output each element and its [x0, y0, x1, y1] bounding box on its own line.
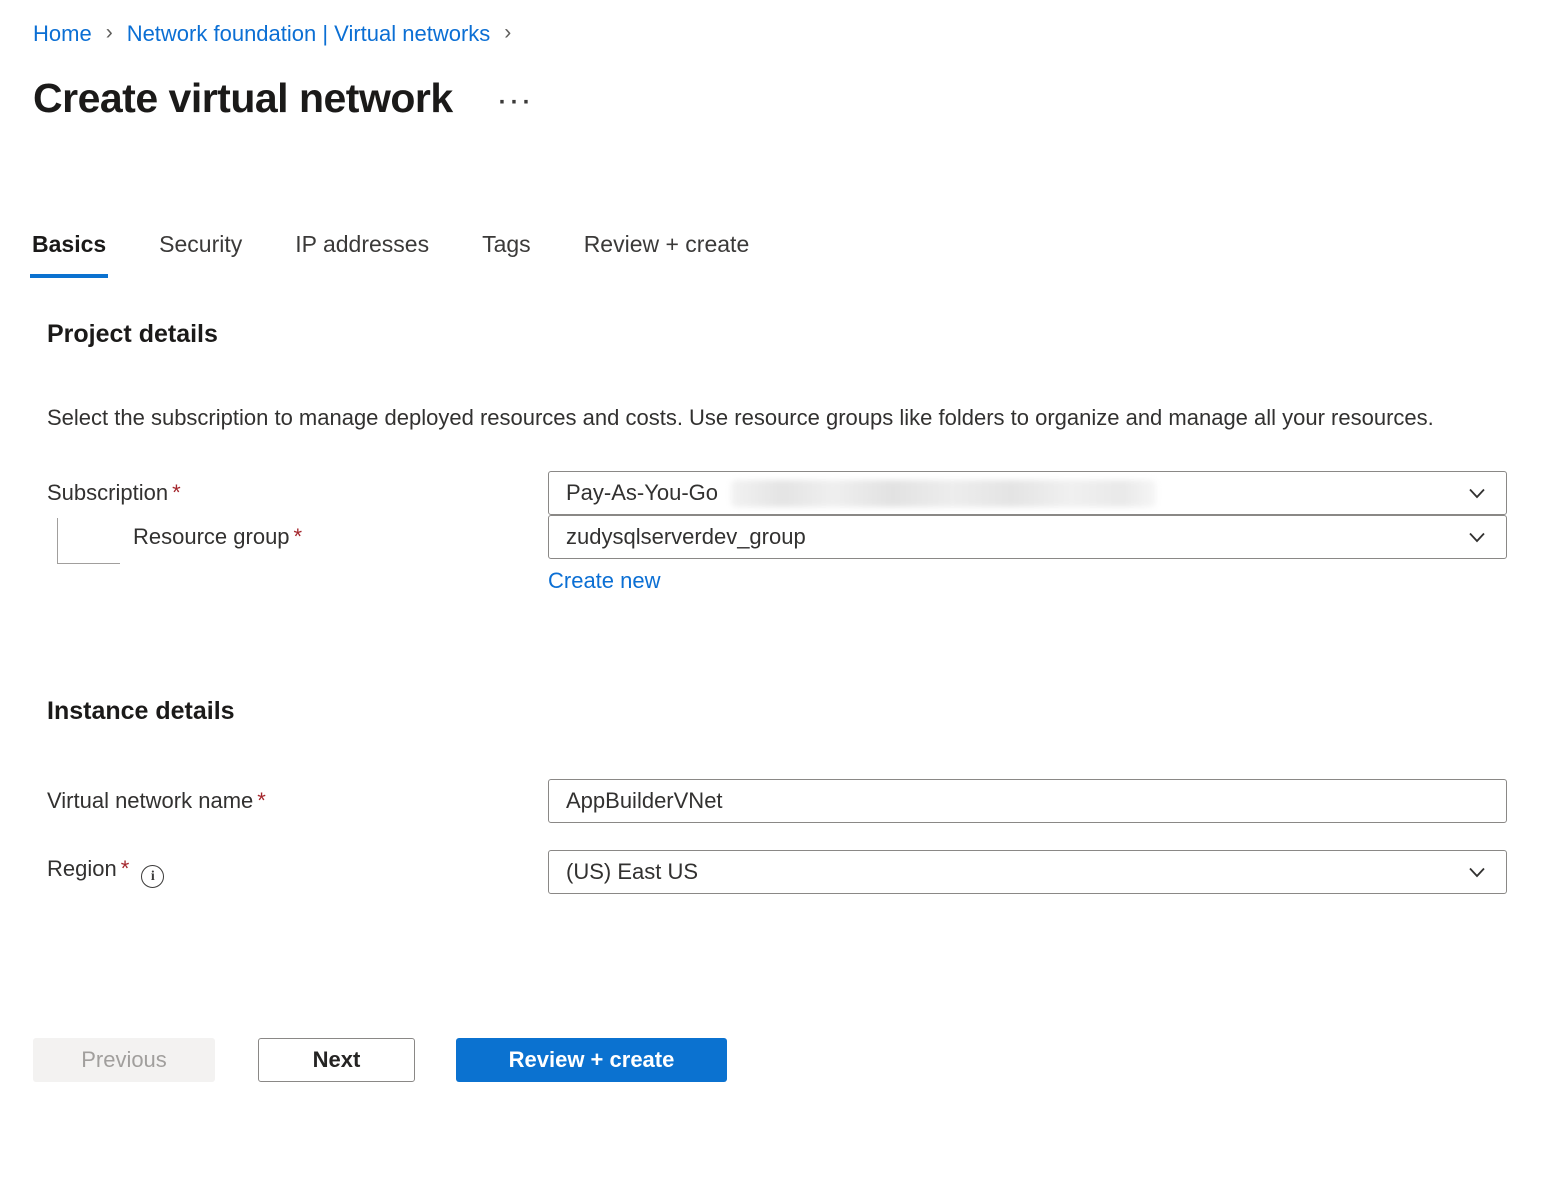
breadcrumb-home-link[interactable]: Home — [33, 20, 92, 47]
chevron-down-icon — [1464, 480, 1490, 506]
required-asterisk: * — [121, 856, 130, 881]
subscription-row: Subscription* Pay-As-You-Go — [47, 471, 1507, 515]
tab-ip-addresses-label: IP addresses — [295, 231, 429, 257]
region-label: Region* i — [47, 856, 548, 889]
project-details-description: Select the subscription to manage deploy… — [47, 400, 1497, 435]
region-row: Region* i (US) East US — [47, 850, 1507, 894]
virtual-network-name-row: Virtual network name* — [47, 779, 1507, 823]
project-details-heading: Project details — [47, 318, 1507, 350]
ellipsis-icon[interactable]: ··· — [499, 96, 535, 110]
tab-tags-label: Tags — [482, 231, 531, 257]
region-dropdown[interactable]: (US) East US — [548, 850, 1507, 894]
subscription-label: Subscription* — [47, 480, 548, 506]
next-button[interactable]: Next — [258, 1038, 415, 1082]
tab-basics-label: Basics — [32, 231, 106, 257]
title-row: Create virtual network ··· — [33, 73, 1566, 123]
tab-basics[interactable]: Basics — [30, 231, 108, 278]
subscription-value: Pay-As-You-Go — [566, 480, 718, 506]
virtual-network-name-label: Virtual network name* — [47, 788, 548, 814]
tab-bar: Basics Security IP addresses Tags Review… — [30, 231, 1566, 278]
instance-details-form: Virtual network name* Region*i (US) East… — [47, 779, 1507, 894]
subscription-resource-group-connector — [57, 518, 120, 564]
region-value: (US) East US — [566, 859, 698, 885]
tab-review-create[interactable]: Review + create — [582, 231, 752, 278]
redacted-subscription-id — [731, 480, 1156, 507]
tab-security-label: Security — [159, 231, 242, 257]
create-virtual-network-page: Home › Network foundation | Virtual netw… — [0, 0, 1566, 1188]
resource-group-label-text: Resource group — [133, 524, 290, 549]
subscription-dropdown[interactable]: Pay-As-You-Go — [548, 471, 1507, 515]
tab-ip-addresses[interactable]: IP addresses — [293, 231, 431, 278]
basics-tab-content: Project details Select the subscription … — [0, 318, 1566, 894]
chevron-down-icon — [1464, 524, 1490, 550]
required-asterisk: * — [294, 524, 303, 549]
review-create-button[interactable]: Review + create — [456, 1038, 727, 1082]
tab-tags[interactable]: Tags — [480, 231, 533, 278]
required-asterisk: * — [172, 480, 181, 505]
create-new-row: Create new — [548, 567, 1507, 595]
chevron-down-icon — [1464, 859, 1490, 885]
region-label-text: Region — [47, 856, 117, 881]
required-asterisk: * — [257, 788, 266, 813]
instance-details-heading: Instance details — [47, 695, 1507, 727]
resource-group-value: zudysqlserverdev_group — [566, 524, 806, 550]
footer-action-bar: Previous Next Review + create — [33, 1038, 1566, 1082]
resource-group-row: Resource group* zudysqlserverdev_group — [47, 515, 1507, 559]
create-new-link[interactable]: Create new — [548, 567, 661, 595]
breadcrumb-virtual-networks-link[interactable]: Network foundation | Virtual networks — [127, 20, 491, 47]
project-details-form: Subscription* Pay-As-You-Go Resource gro… — [47, 471, 1507, 595]
virtual-network-name-label-text: Virtual network name — [47, 788, 253, 813]
breadcrumb-separator-icon: › — [504, 19, 511, 46]
previous-button[interactable]: Previous — [33, 1038, 215, 1082]
resource-group-dropdown[interactable]: zudysqlserverdev_group — [548, 515, 1507, 559]
info-icon[interactable]: i — [141, 865, 164, 888]
page-title: Create virtual network — [33, 73, 453, 123]
breadcrumb-separator-icon: › — [106, 19, 113, 46]
breadcrumb: Home › Network foundation | Virtual netw… — [0, 0, 1566, 47]
subscription-label-text: Subscription — [47, 480, 168, 505]
resource-group-label: Resource group* — [47, 524, 548, 550]
tab-review-create-label: Review + create — [584, 231, 750, 257]
virtual-network-name-input[interactable] — [548, 779, 1507, 823]
tab-security[interactable]: Security — [157, 231, 244, 278]
